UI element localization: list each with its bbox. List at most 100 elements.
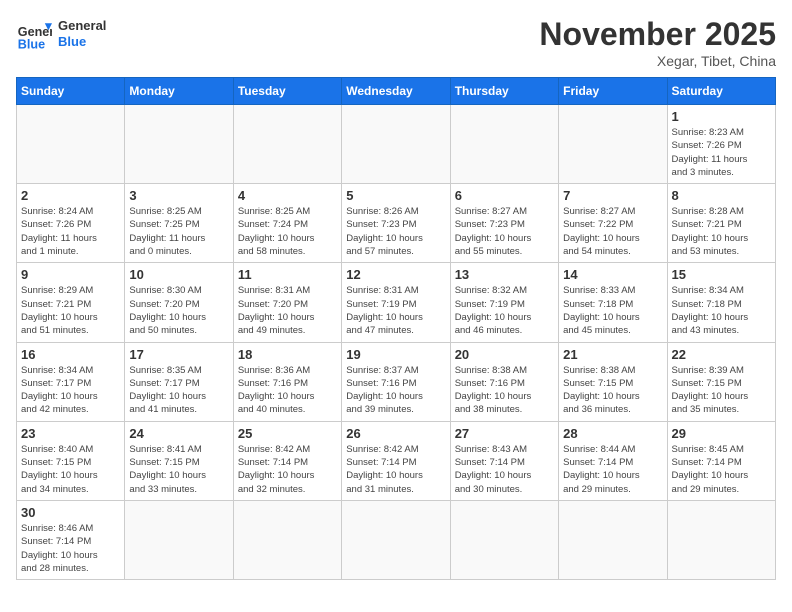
day-number: 26 xyxy=(346,426,445,441)
day-number: 15 xyxy=(672,267,771,282)
day-number: 11 xyxy=(238,267,337,282)
day-number: 16 xyxy=(21,347,120,362)
day-info: Sunrise: 8:42 AM Sunset: 7:14 PM Dayligh… xyxy=(238,443,337,496)
calendar-day-cell xyxy=(559,105,667,184)
weekday-header-thursday: Thursday xyxy=(450,78,558,105)
day-number: 5 xyxy=(346,188,445,203)
day-info: Sunrise: 8:35 AM Sunset: 7:17 PM Dayligh… xyxy=(129,364,228,417)
day-number: 24 xyxy=(129,426,228,441)
calendar-day-cell: 12 Sunrise: 8:31 AM Sunset: 7:19 PM Dayli… xyxy=(342,263,450,342)
title-block: November 2025 Xegar, Tibet, China xyxy=(539,16,776,69)
day-number: 22 xyxy=(672,347,771,362)
calendar-day-cell xyxy=(125,105,233,184)
day-info: Sunrise: 8:30 AM Sunset: 7:20 PM Dayligh… xyxy=(129,284,228,337)
day-info: Sunrise: 8:27 AM Sunset: 7:23 PM Dayligh… xyxy=(455,205,554,258)
calendar-day-cell: 21Sunrise: 8:38 AM Sunset: 7:15 PM Dayli… xyxy=(559,342,667,421)
day-info: Sunrise: 8:43 AM Sunset: 7:14 PM Dayligh… xyxy=(455,443,554,496)
day-info: Sunrise: 8:31 AM Sunset: 7:20 PM Dayligh… xyxy=(238,284,337,337)
day-number: 3 xyxy=(129,188,228,203)
calendar-day-cell: 17 Sunrise: 8:35 AM Sunset: 7:17 PM Dayli… xyxy=(125,342,233,421)
calendar-week-row: 9 Sunrise: 8:29 AM Sunset: 7:21 PM Daylig… xyxy=(17,263,776,342)
day-info: Sunrise: 8:36 AM Sunset: 7:16 PM Dayligh… xyxy=(238,364,337,417)
day-info: Sunrise: 8:45 AM Sunset: 7:14 PM Dayligh… xyxy=(672,443,771,496)
day-number: 7 xyxy=(563,188,662,203)
day-number: 12 xyxy=(346,267,445,282)
day-number: 28 xyxy=(563,426,662,441)
month-title: November 2025 xyxy=(539,16,776,53)
day-number: 8 xyxy=(672,188,771,203)
day-info: Sunrise: 8:32 AM Sunset: 7:19 PM Dayligh… xyxy=(455,284,554,337)
calendar-week-row: 1Sunrise: 8:23 AM Sunset: 7:26 PM Daylig… xyxy=(17,105,776,184)
calendar-day-cell: 6Sunrise: 8:27 AM Sunset: 7:23 PM Daylig… xyxy=(450,184,558,263)
calendar-day-cell: 25Sunrise: 8:42 AM Sunset: 7:14 PM Dayli… xyxy=(233,421,341,500)
day-number: 2 xyxy=(21,188,120,203)
day-info: Sunrise: 8:37 AM Sunset: 7:16 PM Dayligh… xyxy=(346,364,445,417)
day-number: 9 xyxy=(21,267,120,282)
calendar-day-cell: 24 Sunrise: 8:41 AM Sunset: 7:15 PM Dayli… xyxy=(125,421,233,500)
day-number: 19 xyxy=(346,347,445,362)
day-info: Sunrise: 8:34 AM Sunset: 7:17 PM Dayligh… xyxy=(21,364,120,417)
day-info: Sunrise: 8:44 AM Sunset: 7:14 PM Dayligh… xyxy=(563,443,662,496)
calendar-day-cell: 20 Sunrise: 8:38 AM Sunset: 7:16 PM Dayli… xyxy=(450,342,558,421)
day-number: 10 xyxy=(129,267,228,282)
weekday-header-friday: Friday xyxy=(559,78,667,105)
day-number: 23 xyxy=(21,426,120,441)
day-info: Sunrise: 8:38 AM Sunset: 7:16 PM Dayligh… xyxy=(455,364,554,417)
calendar-day-cell xyxy=(233,500,341,579)
calendar-day-cell: 28 Sunrise: 8:44 AM Sunset: 7:14 PM Dayli… xyxy=(559,421,667,500)
logo-blue-text: Blue xyxy=(58,34,106,50)
calendar-day-cell: 3Sunrise: 8:25 AM Sunset: 7:25 PM Daylig… xyxy=(125,184,233,263)
day-info: Sunrise: 8:31 AM Sunset: 7:19 PM Dayligh… xyxy=(346,284,445,337)
calendar-week-row: 30Sunrise: 8:46 AM Sunset: 7:14 PM Dayli… xyxy=(17,500,776,579)
day-info: Sunrise: 8:39 AM Sunset: 7:15 PM Dayligh… xyxy=(672,364,771,417)
calendar-day-cell: 18 Sunrise: 8:36 AM Sunset: 7:16 PM Dayli… xyxy=(233,342,341,421)
calendar-header-row: SundayMondayTuesdayWednesdayThursdayFrid… xyxy=(17,78,776,105)
day-info: Sunrise: 8:46 AM Sunset: 7:14 PM Dayligh… xyxy=(21,522,120,575)
calendar-week-row: 23 Sunrise: 8:40 AM Sunset: 7:15 PM Dayli… xyxy=(17,421,776,500)
calendar-day-cell xyxy=(559,500,667,579)
page-header: General Blue General Blue November 2025 … xyxy=(16,16,776,69)
day-number: 1 xyxy=(672,109,771,124)
day-info: Sunrise: 8:41 AM Sunset: 7:15 PM Dayligh… xyxy=(129,443,228,496)
calendar-day-cell: 1Sunrise: 8:23 AM Sunset: 7:26 PM Daylig… xyxy=(667,105,775,184)
day-info: Sunrise: 8:40 AM Sunset: 7:15 PM Dayligh… xyxy=(21,443,120,496)
calendar-week-row: 2 Sunrise: 8:24 AM Sunset: 7:26 PM Daylig… xyxy=(17,184,776,263)
calendar-day-cell: 7 Sunrise: 8:27 AM Sunset: 7:22 PM Daylig… xyxy=(559,184,667,263)
calendar-day-cell: 9 Sunrise: 8:29 AM Sunset: 7:21 PM Daylig… xyxy=(17,263,125,342)
day-number: 14 xyxy=(563,267,662,282)
day-info: Sunrise: 8:33 AM Sunset: 7:18 PM Dayligh… xyxy=(563,284,662,337)
day-number: 20 xyxy=(455,347,554,362)
weekday-header-monday: Monday xyxy=(125,78,233,105)
calendar-day-cell xyxy=(17,105,125,184)
day-info: Sunrise: 8:27 AM Sunset: 7:22 PM Dayligh… xyxy=(563,205,662,258)
calendar-week-row: 16 Sunrise: 8:34 AM Sunset: 7:17 PM Dayli… xyxy=(17,342,776,421)
calendar-day-cell: 16 Sunrise: 8:34 AM Sunset: 7:17 PM Dayli… xyxy=(17,342,125,421)
weekday-header-tuesday: Tuesday xyxy=(233,78,341,105)
calendar-day-cell: 23 Sunrise: 8:40 AM Sunset: 7:15 PM Dayli… xyxy=(17,421,125,500)
logo: General Blue General Blue xyxy=(16,16,106,52)
calendar-day-cell: 5Sunrise: 8:26 AM Sunset: 7:23 PM Daylig… xyxy=(342,184,450,263)
weekday-header-saturday: Saturday xyxy=(667,78,775,105)
calendar-day-cell: 29 Sunrise: 8:45 AM Sunset: 7:14 PM Dayli… xyxy=(667,421,775,500)
svg-text:Blue: Blue xyxy=(18,37,45,51)
day-number: 17 xyxy=(129,347,228,362)
calendar-day-cell: 4Sunrise: 8:25 AM Sunset: 7:24 PM Daylig… xyxy=(233,184,341,263)
weekday-header-sunday: Sunday xyxy=(17,78,125,105)
day-info: Sunrise: 8:34 AM Sunset: 7:18 PM Dayligh… xyxy=(672,284,771,337)
calendar-day-cell xyxy=(450,500,558,579)
day-info: Sunrise: 8:42 AM Sunset: 7:14 PM Dayligh… xyxy=(346,443,445,496)
weekday-header-wednesday: Wednesday xyxy=(342,78,450,105)
day-info: Sunrise: 8:38 AM Sunset: 7:15 PM Dayligh… xyxy=(563,364,662,417)
day-number: 29 xyxy=(672,426,771,441)
calendar-day-cell: 11 Sunrise: 8:31 AM Sunset: 7:20 PM Dayli… xyxy=(233,263,341,342)
day-info: Sunrise: 8:24 AM Sunset: 7:26 PM Dayligh… xyxy=(21,205,120,258)
day-info: Sunrise: 8:25 AM Sunset: 7:24 PM Dayligh… xyxy=(238,205,337,258)
calendar-day-cell: 13Sunrise: 8:32 AM Sunset: 7:19 PM Dayli… xyxy=(450,263,558,342)
calendar-day-cell: 8Sunrise: 8:28 AM Sunset: 7:21 PM Daylig… xyxy=(667,184,775,263)
calendar-day-cell: 27Sunrise: 8:43 AM Sunset: 7:14 PM Dayli… xyxy=(450,421,558,500)
calendar-day-cell: 2 Sunrise: 8:24 AM Sunset: 7:26 PM Daylig… xyxy=(17,184,125,263)
calendar-day-cell xyxy=(667,500,775,579)
day-number: 18 xyxy=(238,347,337,362)
calendar-table: SundayMondayTuesdayWednesdayThursdayFrid… xyxy=(16,77,776,580)
day-info: Sunrise: 8:29 AM Sunset: 7:21 PM Dayligh… xyxy=(21,284,120,337)
